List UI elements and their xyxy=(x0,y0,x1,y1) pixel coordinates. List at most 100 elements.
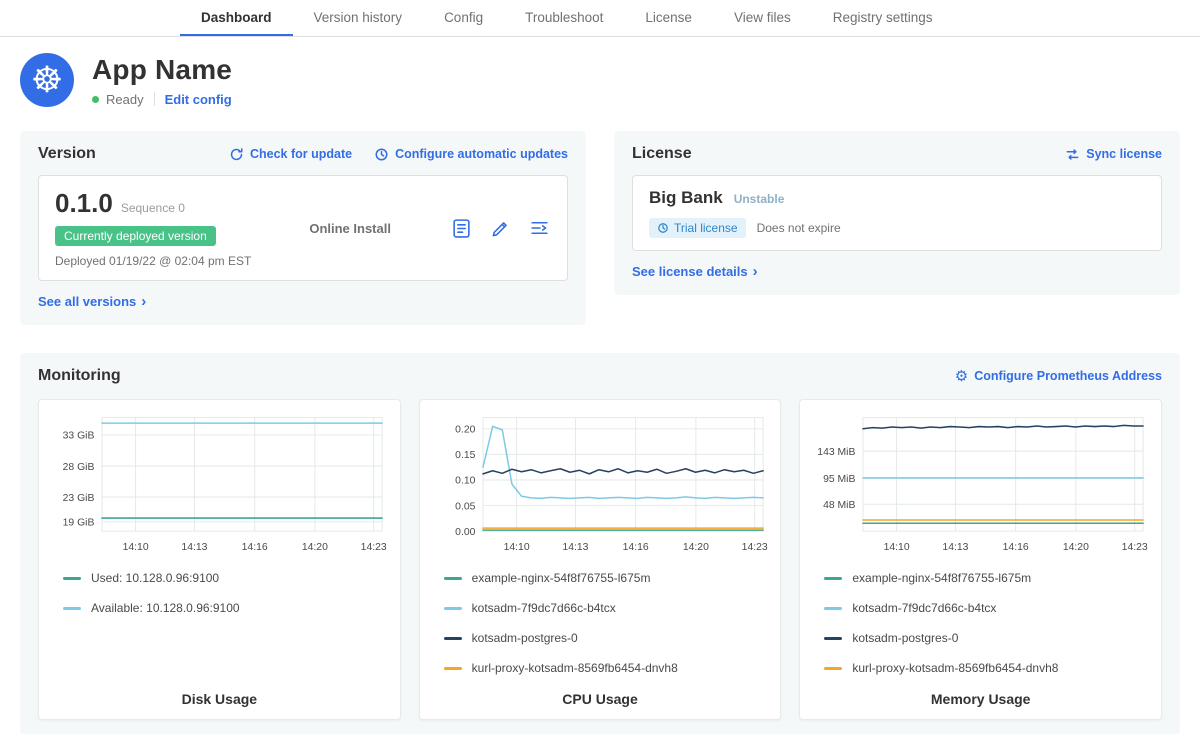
tab-license[interactable]: License xyxy=(624,0,713,36)
tab-troubleshoot[interactable]: Troubleshoot xyxy=(504,0,624,36)
top-nav: DashboardVersion historyConfigTroublesho… xyxy=(0,0,1200,37)
deploy-logs-icon[interactable] xyxy=(527,216,551,240)
svg-text:33 GiB: 33 GiB xyxy=(63,431,95,442)
svg-text:14:10: 14:10 xyxy=(123,542,149,553)
svg-text:48 MiB: 48 MiB xyxy=(823,500,855,511)
customer-name: Big Bank xyxy=(649,188,723,208)
legend-color-dash xyxy=(824,607,842,610)
svg-text:14:23: 14:23 xyxy=(741,542,767,553)
legend-item: kotsadm-postgres-0 xyxy=(444,631,771,645)
version-card: Version Check for update Configure autom… xyxy=(20,131,586,325)
configure-prometheus-link[interactable]: ⚙ Configure Prometheus Address xyxy=(955,369,1162,384)
legend-label: example-nginx-54f8f76755-l675m xyxy=(472,571,651,585)
legend-label: kurl-proxy-kotsadm-8569fb6454-dnvh8 xyxy=(852,661,1058,675)
license-expiry: Does not expire xyxy=(757,221,841,235)
tab-registry-settings[interactable]: Registry settings xyxy=(812,0,954,36)
configure-prometheus-label: Configure Prometheus Address xyxy=(974,369,1162,383)
sequence-label: Sequence 0 xyxy=(121,201,185,215)
svg-text:14:16: 14:16 xyxy=(1003,542,1029,553)
legend-color-dash xyxy=(824,667,842,670)
svg-text:0.20: 0.20 xyxy=(455,425,475,436)
divider xyxy=(154,92,155,106)
app-status: Ready xyxy=(106,92,144,107)
chart-card-memory-usage: 48 MiB95 MiB143 MiB14:1014:1314:1614:201… xyxy=(799,399,1162,720)
svg-text:14:20: 14:20 xyxy=(302,542,328,553)
tab-version-history[interactable]: Version history xyxy=(293,0,424,36)
check-for-update-label: Check for update xyxy=(250,147,352,161)
see-license-details-label: See license details xyxy=(632,264,748,279)
configure-automatic-updates-link[interactable]: Configure automatic updates xyxy=(374,147,568,162)
svg-text:14:20: 14:20 xyxy=(683,542,709,553)
legend-color-dash xyxy=(824,577,842,580)
legend-item: kurl-proxy-kotsadm-8569fb6454-dnvh8 xyxy=(824,661,1151,675)
svg-text:28 GiB: 28 GiB xyxy=(63,462,95,473)
clock-icon xyxy=(657,222,669,234)
sync-license-label: Sync license xyxy=(1086,147,1162,161)
channel-label: Unstable xyxy=(734,192,785,206)
monitoring-title: Monitoring xyxy=(38,367,121,385)
svg-text:14:13: 14:13 xyxy=(562,542,588,553)
legend-color-dash xyxy=(63,577,81,580)
license-box: Big Bank Unstable Trial license Does not… xyxy=(632,175,1162,251)
svg-text:14:10: 14:10 xyxy=(884,542,910,553)
chevron-right-icon: › xyxy=(753,264,758,279)
app-header: ☸ App Name Ready Edit config xyxy=(20,53,1180,107)
legend-color-dash xyxy=(444,577,462,580)
svg-text:14:10: 14:10 xyxy=(503,542,529,553)
svg-text:14:13: 14:13 xyxy=(181,542,207,553)
sync-icon xyxy=(1065,147,1080,162)
legend-item: Available: 10.128.0.96:9100 xyxy=(63,601,390,615)
see-license-details-link[interactable]: See license details › xyxy=(632,264,758,279)
chart-legend-disk-usage: Used: 10.128.0.96:9100 Available: 10.128.… xyxy=(49,571,390,615)
deployed-timestamp: Deployed 01/19/22 @ 02:04 pm EST xyxy=(55,254,251,268)
svg-text:0.00: 0.00 xyxy=(455,527,475,538)
svg-text:14:13: 14:13 xyxy=(943,542,969,553)
monitoring-card: Monitoring ⚙ Configure Prometheus Addres… xyxy=(20,353,1180,734)
app-title: App Name xyxy=(92,54,232,86)
chart-plot-memory-usage: 48 MiB95 MiB143 MiB14:1014:1314:1614:201… xyxy=(810,410,1151,563)
legend-item: kotsadm-7f9dc7d66c-b4tcx xyxy=(444,601,771,615)
license-card: License Sync license Big Bank Unstable T… xyxy=(614,131,1180,295)
legend-color-dash xyxy=(63,607,81,610)
see-all-versions-label: See all versions xyxy=(38,294,136,309)
svg-text:14:23: 14:23 xyxy=(361,542,387,553)
svg-text:95 MiB: 95 MiB xyxy=(823,474,855,485)
check-for-update-link[interactable]: Check for update xyxy=(229,147,352,162)
chart-legend-memory-usage: example-nginx-54f8f76755-l675m kotsadm-7f… xyxy=(810,571,1151,675)
svg-text:0.15: 0.15 xyxy=(455,450,475,461)
refresh-icon xyxy=(229,147,244,162)
see-all-versions-link[interactable]: See all versions › xyxy=(38,294,146,309)
legend-label: kotsadm-7f9dc7d66c-b4tcx xyxy=(472,601,616,615)
chart-title: CPU Usage xyxy=(430,675,771,707)
deployed-badge: Currently deployed version xyxy=(55,226,216,246)
legend-color-dash xyxy=(824,637,842,640)
license-card-title: License xyxy=(632,145,692,163)
legend-color-dash xyxy=(444,637,462,640)
legend-label: kotsadm-postgres-0 xyxy=(472,631,578,645)
clock-icon xyxy=(374,147,389,162)
edit-config-link[interactable]: Edit config xyxy=(165,92,232,107)
tab-config[interactable]: Config xyxy=(423,0,504,36)
helm-wheel-glyph: ☸ xyxy=(31,62,63,98)
legend-item: kurl-proxy-kotsadm-8569fb6454-dnvh8 xyxy=(444,661,771,675)
trial-license-badge: Trial license xyxy=(649,218,746,238)
configure-automatic-updates-label: Configure automatic updates xyxy=(395,147,568,161)
release-notes-icon[interactable] xyxy=(449,216,473,240)
chart-title: Memory Usage xyxy=(810,675,1151,707)
cards-row: Version Check for update Configure autom… xyxy=(20,131,1180,325)
trial-license-label: Trial license xyxy=(674,221,738,235)
tab-view-files[interactable]: View files xyxy=(713,0,812,36)
legend-item: example-nginx-54f8f76755-l675m xyxy=(444,571,771,585)
svg-text:14:16: 14:16 xyxy=(622,542,648,553)
version-number: 0.1.0 xyxy=(55,188,113,219)
tab-dashboard[interactable]: Dashboard xyxy=(180,0,293,36)
legend-color-dash xyxy=(444,667,462,670)
version-card-title: Version xyxy=(38,145,96,163)
legend-color-dash xyxy=(444,607,462,610)
edit-config-icon[interactable] xyxy=(488,216,512,240)
legend-item: Used: 10.128.0.96:9100 xyxy=(63,571,390,585)
legend-label: kotsadm-7f9dc7d66c-b4tcx xyxy=(852,601,996,615)
legend-label: example-nginx-54f8f76755-l675m xyxy=(852,571,1031,585)
svg-text:14:20: 14:20 xyxy=(1063,542,1089,553)
sync-license-link[interactable]: Sync license xyxy=(1065,147,1162,162)
